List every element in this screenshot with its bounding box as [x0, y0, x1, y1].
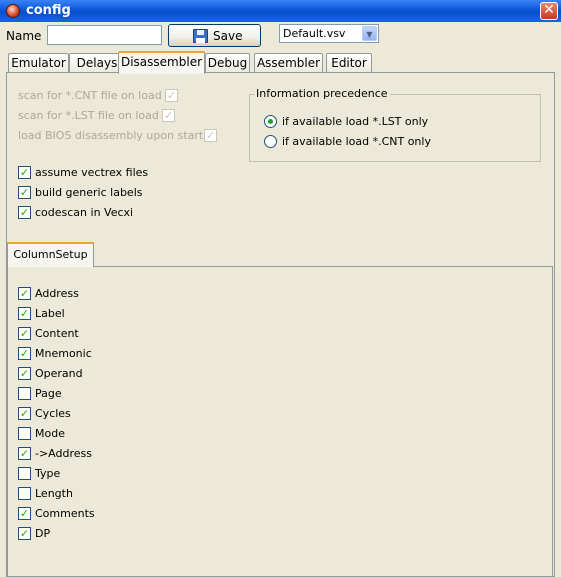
column-dp-label: DP: [35, 527, 51, 540]
floppy-disk-icon: [193, 29, 208, 43]
column-cycles-checkbox[interactable]: ✓: [18, 407, 31, 420]
radio-lst-button[interactable]: [264, 115, 277, 128]
scan-lst-checkbox: ✓: [162, 109, 175, 122]
config-file-select[interactable]: Default.vsv ▼: [279, 24, 379, 43]
close-button[interactable]: ✕: [540, 2, 558, 20]
tab-disassembler[interactable]: Disassembler: [118, 51, 205, 74]
column-content-label: Content: [35, 327, 79, 340]
config-file-value: Default.vsv: [283, 27, 346, 40]
column-page-label: Page: [35, 387, 62, 400]
tab-assembler[interactable]: Assembler: [254, 53, 323, 73]
radio-lst-label: if available load *.LST only: [282, 115, 429, 128]
column-operand-checkbox[interactable]: ✓: [18, 367, 31, 380]
column-mode-label: Mode: [35, 427, 65, 440]
name-label: Name: [6, 29, 42, 43]
column-label-checkbox[interactable]: ✓: [18, 307, 31, 320]
assume-vectrex-checkbox[interactable]: ✓: [18, 166, 31, 179]
build-labels-checkbox[interactable]: ✓: [18, 186, 31, 199]
column-label-label: Label: [35, 307, 65, 320]
save-button[interactable]: Save: [168, 24, 261, 47]
chevron-down-icon[interactable]: ▼: [362, 26, 377, 41]
column-mode-checkbox[interactable]: [18, 427, 31, 440]
column-mnemonic-checkbox[interactable]: ✓: [18, 347, 31, 360]
app-icon: [6, 4, 20, 18]
columnsetup-panel: [7, 266, 553, 577]
tab-delays[interactable]: Delays: [69, 53, 125, 73]
column-length-label: Length: [35, 487, 73, 500]
scan-lst-label: scan for *.LST file on load: [18, 109, 159, 122]
name-input[interactable]: [47, 25, 162, 45]
column-type-checkbox[interactable]: [18, 467, 31, 480]
codescan-label: codescan in Vecxi: [35, 206, 134, 219]
window-title: config: [26, 3, 71, 18]
column-comments-label: Comments: [35, 507, 95, 520]
save-label: Save: [213, 29, 243, 43]
column-comments-checkbox[interactable]: ✓: [18, 507, 31, 520]
scan-cnt-checkbox: ✓: [165, 89, 178, 102]
codescan-checkbox[interactable]: ✓: [18, 206, 31, 219]
assume-vectrex-label: assume vectrex files: [35, 166, 149, 179]
group-title: Information precedence: [254, 87, 390, 100]
load-bios-checkbox: ✓: [204, 129, 217, 142]
radio-cnt-label: if available load *.CNT only: [282, 135, 431, 148]
column-type-label: Type: [35, 467, 61, 480]
tab-columnsetup[interactable]: ColumnSetup: [7, 242, 94, 267]
column-length-checkbox[interactable]: [18, 487, 31, 500]
column-mnemonic-label: Mnemonic: [35, 347, 92, 360]
tab-debug[interactable]: Debug: [205, 53, 250, 73]
column-cycles-label: Cycles: [35, 407, 71, 420]
column-address-label: Address: [35, 287, 79, 300]
radio-cnt-button[interactable]: [264, 135, 277, 148]
information-precedence-group: Information precedence if available load…: [249, 87, 541, 162]
title-bar[interactable]: config ✕: [0, 0, 561, 22]
column-page-checkbox[interactable]: [18, 387, 31, 400]
column-address-checkbox[interactable]: ✓: [18, 287, 31, 300]
config-window: config ✕ Name Save Default.vsv ▼ Emulato…: [0, 0, 561, 577]
scan-cnt-label: scan for *.CNT file on load: [18, 89, 162, 102]
column-target-address-label: ->Address: [35, 447, 92, 460]
column-dp-checkbox[interactable]: ✓: [18, 527, 31, 540]
tab-editor[interactable]: Editor: [326, 53, 372, 73]
build-labels-label: build generic labels: [35, 186, 143, 199]
load-bios-label: load BIOS disassembly upon start: [18, 129, 204, 142]
column-content-checkbox[interactable]: ✓: [18, 327, 31, 340]
tab-emulator[interactable]: Emulator: [8, 53, 69, 73]
column-target-address-checkbox[interactable]: ✓: [18, 447, 31, 460]
column-operand-label: Operand: [35, 367, 83, 380]
